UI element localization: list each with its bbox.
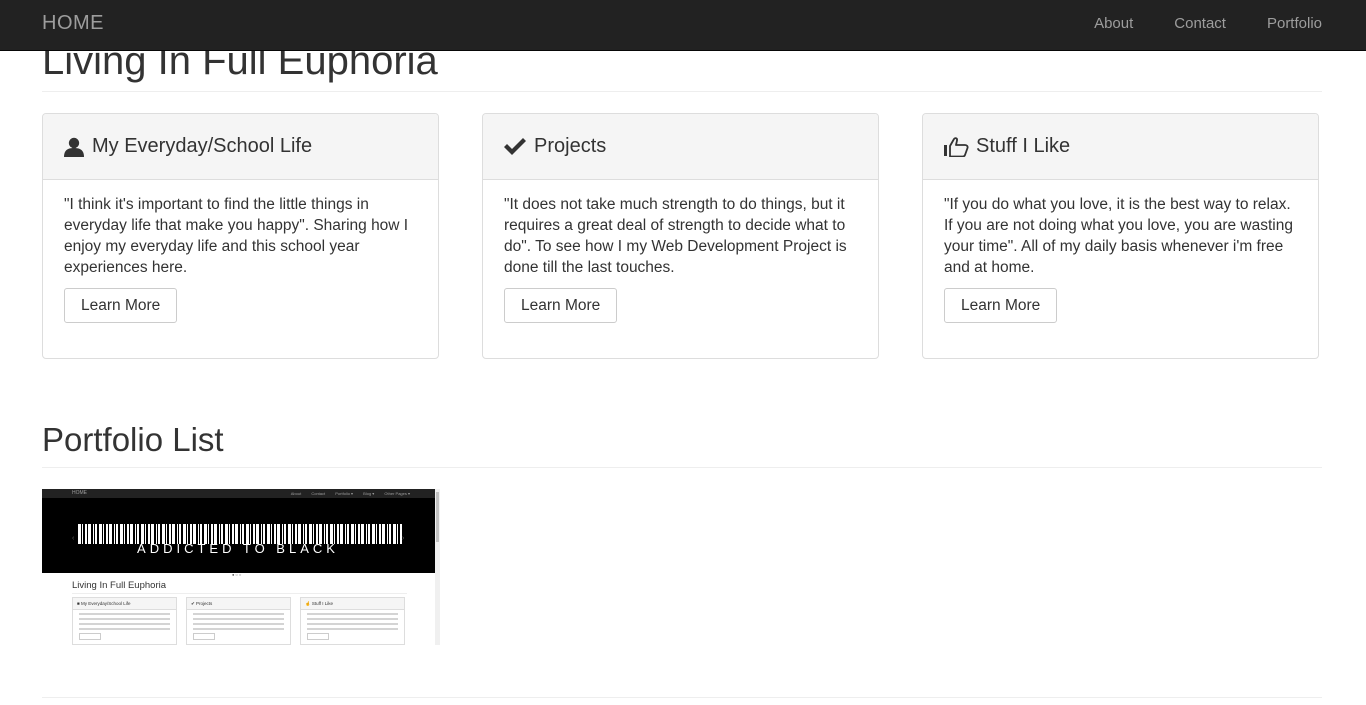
thumbnail-panel: ■ My Everyday/School Life — [72, 597, 177, 645]
thumbnail-divider — [72, 593, 407, 594]
portfolio-thumbnail[interactable]: HOME About Contact Portfolio ▾ Blog ▾ Ot… — [42, 489, 440, 645]
thumbnail-panel-title: ✔ Projects — [187, 598, 290, 610]
thumbnail-nav-link: Portfolio ▾ — [335, 491, 354, 496]
panel-everyday-life: My Everyday/School Life "I think it's im… — [42, 113, 439, 359]
brand-home-link[interactable]: HOME — [42, 0, 104, 47]
svg-text:›: › — [402, 535, 405, 542]
top-navbar: HOME About Contact Portfolio — [0, 0, 1366, 51]
thumbnail-nav-links: About Contact Portfolio ▾ Blog ▾ Other P… — [282, 489, 410, 498]
thumbnail-hero-text: ADDICTED TO BLACK — [137, 541, 339, 556]
panel-heading: My Everyday/School Life — [43, 114, 438, 180]
panel-title: My Everyday/School Life — [92, 135, 313, 157]
thumbnail-hero-banner: ADDICTED TO BLACK ‹ › ●○○ — [42, 498, 435, 577]
nav-links: About Contact Portfolio — [1053, 0, 1322, 47]
thumbnail-nav-link: Other Pages ▾ — [384, 491, 410, 496]
thumbnail-panel: ☝ Stuff I Like — [300, 597, 405, 645]
panel-stuff-i-like: Stuff I Like "If you do what you love, i… — [922, 113, 1319, 359]
panel-body: "I think it's important to find the litt… — [43, 180, 438, 337]
panel-projects: Projects "It does not take much strength… — [482, 113, 879, 359]
carousel-indicators: ●○○ — [232, 572, 243, 577]
portfolio-divider — [42, 467, 1322, 468]
thumbnail-navbar: HOME About Contact Portfolio ▾ Blog ▾ Ot… — [42, 489, 440, 498]
panel-title: Stuff I Like — [976, 135, 1071, 157]
thumbnail-scrollbar — [435, 489, 440, 645]
checkmark-icon — [504, 137, 526, 155]
thumbnail-nav-link: About — [290, 491, 302, 496]
panel-text: "I think it's important to find the litt… — [64, 196, 409, 276]
learn-more-button[interactable]: Learn More — [944, 288, 1058, 323]
panel-body: "It does not take much strength to do th… — [483, 180, 878, 337]
thumbnail-title: Living In Full Euphoria — [72, 580, 166, 591]
svg-text:‹: ‹ — [72, 535, 75, 542]
user-icon — [64, 137, 84, 157]
title-divider — [42, 91, 1322, 92]
portfolio-section-title: Portfolio List — [42, 421, 224, 458]
thumbnail-panel: ✔ Projects — [186, 597, 291, 645]
panel-heading: Stuff I Like — [923, 114, 1318, 180]
panel-title: Projects — [534, 135, 607, 157]
nav-portfolio-link[interactable]: Portfolio — [1267, 0, 1322, 47]
nav-contact-link[interactable]: Contact — [1174, 0, 1226, 47]
panel-body: "If you do what you love, it is the best… — [923, 180, 1318, 337]
thumbnail-panel-title: ■ My Everyday/School Life — [73, 598, 176, 610]
thumbnail-nav-link: Contact — [311, 491, 326, 496]
learn-more-button[interactable]: Learn More — [64, 288, 178, 323]
thumbs-up-icon — [944, 136, 969, 157]
thumbnail-brand: HOME — [72, 490, 87, 496]
barcode-logo: ADDICTED TO BLACK ‹ › — [72, 524, 405, 556]
panel-heading: Projects — [483, 114, 878, 180]
learn-more-button[interactable]: Learn More — [504, 288, 618, 323]
panel-text: "If you do what you love, it is the best… — [944, 196, 1293, 276]
nav-about-link[interactable]: About — [1094, 0, 1133, 47]
panel-text: "It does not take much strength to do th… — [504, 196, 847, 276]
thumbnail-nav-link: Blog ▾ — [363, 491, 375, 496]
footer-divider — [42, 697, 1322, 698]
thumbnail-panel-title: ☝ Stuff I Like — [301, 598, 404, 610]
